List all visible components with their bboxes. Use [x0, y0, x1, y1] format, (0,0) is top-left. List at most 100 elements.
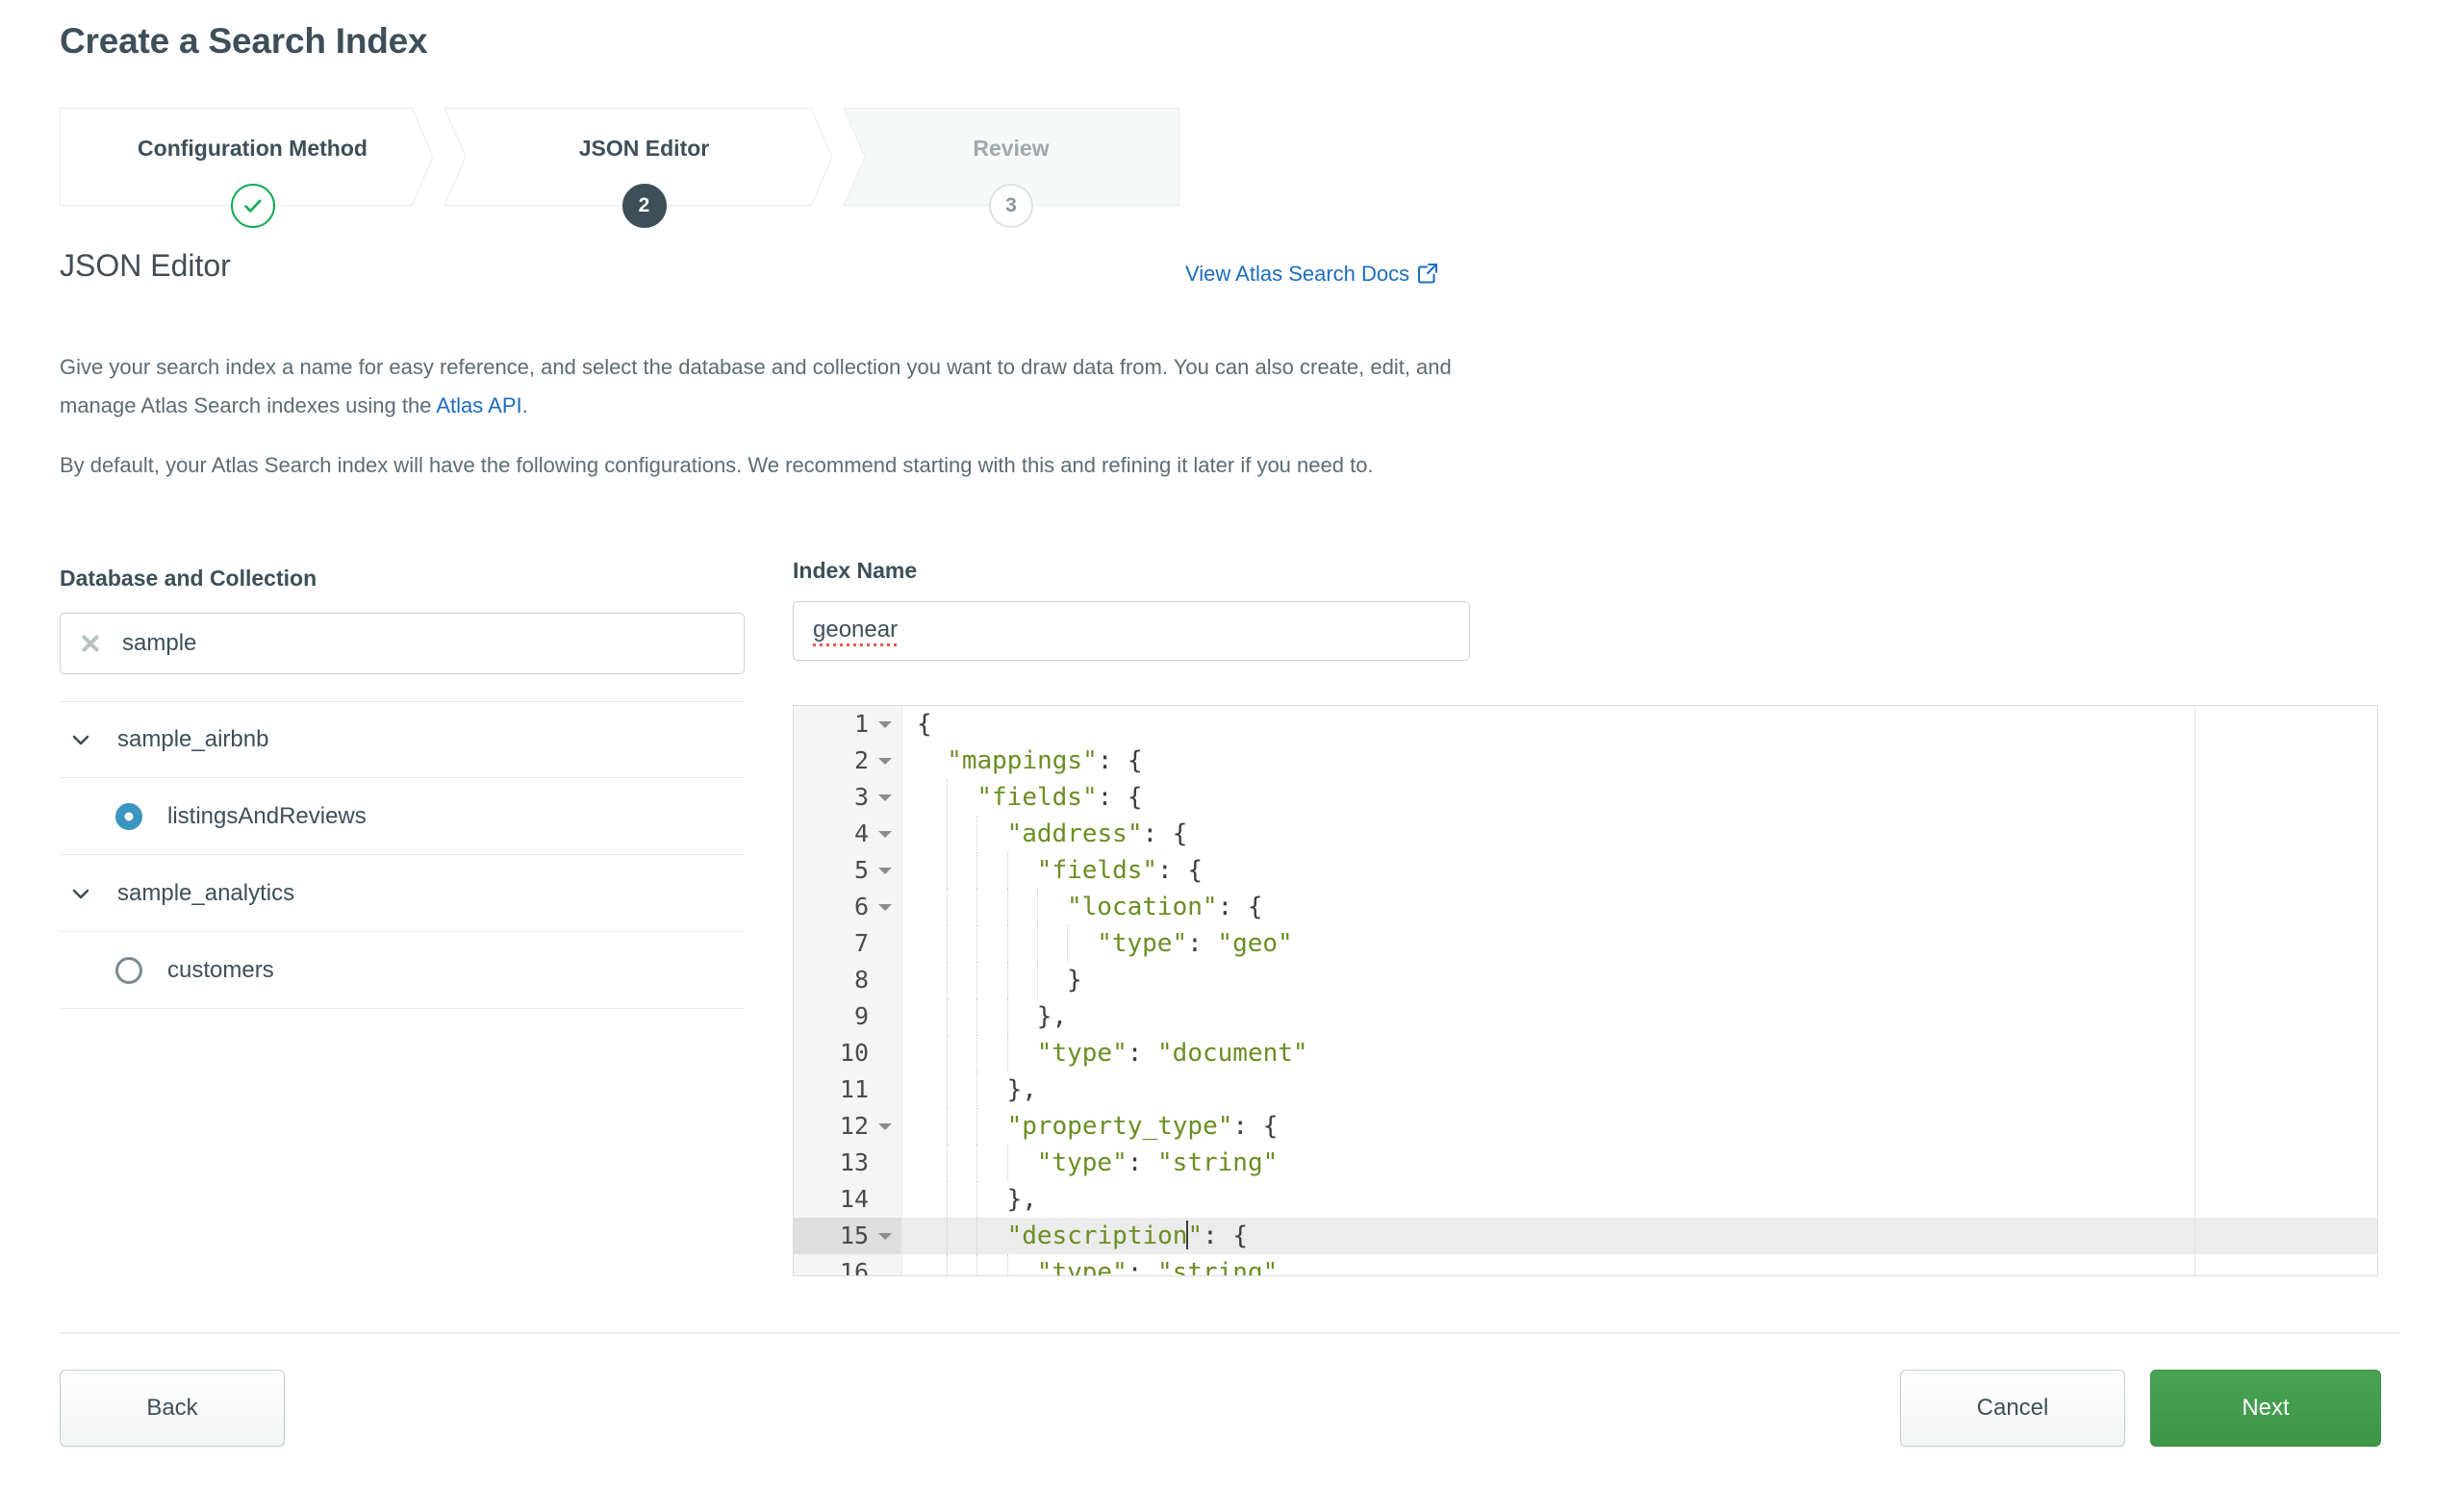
code-line[interactable]: 7"type": "geo" [794, 925, 2377, 962]
description-paragraph-1: Give your search index a name for easy r… [60, 348, 1483, 425]
chevron-down-icon[interactable] [67, 726, 94, 753]
code-line[interactable]: 9}, [794, 998, 2377, 1035]
collection-name: customers [167, 957, 274, 984]
fold-triangle-icon[interactable] [878, 758, 892, 765]
index-configuration-panel: Index Name geonear 1{2"mappings": {3"fie… [793, 558, 2378, 1276]
index-name-label: Index Name [793, 558, 2378, 584]
line-number: 5 [794, 852, 901, 889]
code-text: "location": { [1067, 889, 1263, 925]
fold-triangle-icon[interactable] [878, 831, 892, 838]
code-line[interactable]: 6 "location": { [794, 889, 2377, 925]
collection-name: listingsAndReviews [167, 803, 367, 830]
step-configuration-method[interactable]: Configuration Method [60, 108, 444, 206]
fold-triangle-icon[interactable] [878, 721, 892, 728]
namespace-search-box[interactable]: sample [60, 613, 745, 674]
radio-icon-selected[interactable] [115, 803, 142, 830]
tree-database-sample-airbnb[interactable]: sample_airbnb [60, 701, 745, 778]
atlas-api-link[interactable]: Atlas API [436, 393, 521, 417]
editor-code-area[interactable]: 1{2"mappings": {3"fields": {4"address": … [794, 706, 2377, 1275]
step-1-marker-check-icon [231, 184, 275, 228]
paragraph-1-text-before: Give your search index a name for easy r… [60, 355, 1452, 417]
code-line[interactable]: 5 "fields": { [794, 852, 2377, 889]
code-text: "type": "string" [1037, 1254, 1278, 1276]
code-line[interactable]: 16 "type": "string" [794, 1254, 2377, 1276]
fold-triangle-icon[interactable] [878, 794, 892, 801]
step-2-label: JSON Editor [444, 136, 844, 162]
line-number: 2 [794, 743, 901, 779]
paragraph-1-text-after: . [522, 393, 528, 417]
tree-collection-customers[interactable]: customers [60, 932, 745, 1009]
step-json-editor[interactable]: JSON Editor 2 [444, 108, 844, 206]
code-line[interactable]: 3 "fields": { [794, 779, 2377, 816]
code-text: "description": { [1007, 1218, 1248, 1254]
database-name: sample_airbnb [117, 726, 268, 753]
line-number: 11 [794, 1071, 901, 1108]
fold-triangle-icon[interactable] [878, 1123, 892, 1130]
code-text: "fields": { [976, 779, 1142, 816]
back-button[interactable]: Back [60, 1370, 285, 1447]
index-name-field[interactable]: geonear [793, 601, 1470, 661]
code-text: }, [1007, 1181, 1037, 1218]
tree-database-sample-analytics[interactable]: sample_analytics [60, 855, 745, 932]
code-line[interactable]: 12 "property_type": { [794, 1108, 2377, 1145]
code-line[interactable]: 13 "type": "string" [794, 1145, 2377, 1181]
fold-triangle-icon[interactable] [878, 868, 892, 874]
docs-link-label: View Atlas Search Docs [1185, 262, 1409, 286]
close-icon[interactable] [78, 631, 103, 656]
namespace-tree: sample_airbnb listingsAndReviews sample_… [60, 701, 745, 1011]
line-number: 15 [794, 1218, 901, 1254]
code-text: "fields": { [1037, 852, 1203, 889]
footer-divider [60, 1332, 2399, 1334]
line-number: 6 [794, 889, 901, 925]
code-text: } [1067, 962, 1082, 998]
database-collection-panel: Database and Collection sample sample_ai… [60, 566, 745, 1011]
cancel-button[interactable]: Cancel [1900, 1370, 2125, 1447]
step-1-label: Configuration Method [61, 136, 444, 162]
line-number: 10 [794, 1035, 901, 1071]
wizard-stepper: Configuration Method JSON Editor 2 Revie… [60, 108, 1179, 206]
database-name: sample_analytics [117, 880, 294, 907]
section-heading: JSON Editor [60, 248, 231, 284]
fold-triangle-icon[interactable] [878, 1233, 892, 1240]
code-line[interactable]: 8} [794, 962, 2377, 998]
tree-collection-transactions[interactable]: transactions [60, 1009, 745, 1011]
code-text: }, [1037, 998, 1067, 1035]
json-code-editor[interactable]: 1{2"mappings": {3"fields": {4"address": … [793, 705, 2378, 1276]
code-text: "address": { [1007, 816, 1188, 852]
index-name-input[interactable]: geonear [813, 617, 898, 646]
tree-collection-listings-and-reviews[interactable]: listingsAndReviews [60, 778, 745, 855]
database-collection-label: Database and Collection [60, 566, 745, 592]
code-line[interactable]: 15 "description": { [794, 1218, 2377, 1254]
code-line[interactable]: 11}, [794, 1071, 2377, 1108]
radio-icon[interactable] [115, 957, 142, 984]
code-text: { [917, 706, 932, 743]
description-paragraph-2: By default, your Atlas Search index will… [60, 446, 1483, 485]
line-number: 9 [794, 998, 901, 1035]
line-number: 1 [794, 706, 901, 743]
step-review[interactable]: Review 3 [844, 108, 1179, 206]
line-number: 12 [794, 1108, 901, 1145]
code-line[interactable]: 2"mappings": { [794, 743, 2377, 779]
view-atlas-search-docs-link[interactable]: View Atlas Search Docs [1185, 262, 1438, 290]
code-text: "type": "string" [1037, 1145, 1278, 1181]
line-number: 3 [794, 779, 901, 816]
namespace-search-input[interactable]: sample [122, 630, 196, 657]
line-number: 13 [794, 1145, 901, 1181]
step-3-label: Review [844, 136, 1179, 162]
fold-triangle-icon[interactable] [878, 904, 892, 911]
line-number: 14 [794, 1181, 901, 1218]
code-line[interactable]: 1{ [794, 706, 2377, 743]
line-number: 8 [794, 962, 901, 998]
code-line[interactable]: 10"type": "document" [794, 1035, 2377, 1071]
code-text: "type": "geo" [1097, 925, 1293, 962]
next-button[interactable]: Next [2150, 1370, 2381, 1447]
code-line[interactable]: 14}, [794, 1181, 2377, 1218]
line-number: 16 [794, 1254, 901, 1276]
editor-print-margin [2194, 706, 2195, 1275]
code-line[interactable]: 4"address": { [794, 816, 2377, 852]
code-text: "property_type": { [1007, 1108, 1279, 1145]
external-link-icon [1417, 265, 1438, 289]
page-title: Create a Search Index [60, 21, 427, 62]
step-3-marker: 3 [989, 184, 1033, 228]
chevron-down-icon[interactable] [67, 880, 94, 907]
